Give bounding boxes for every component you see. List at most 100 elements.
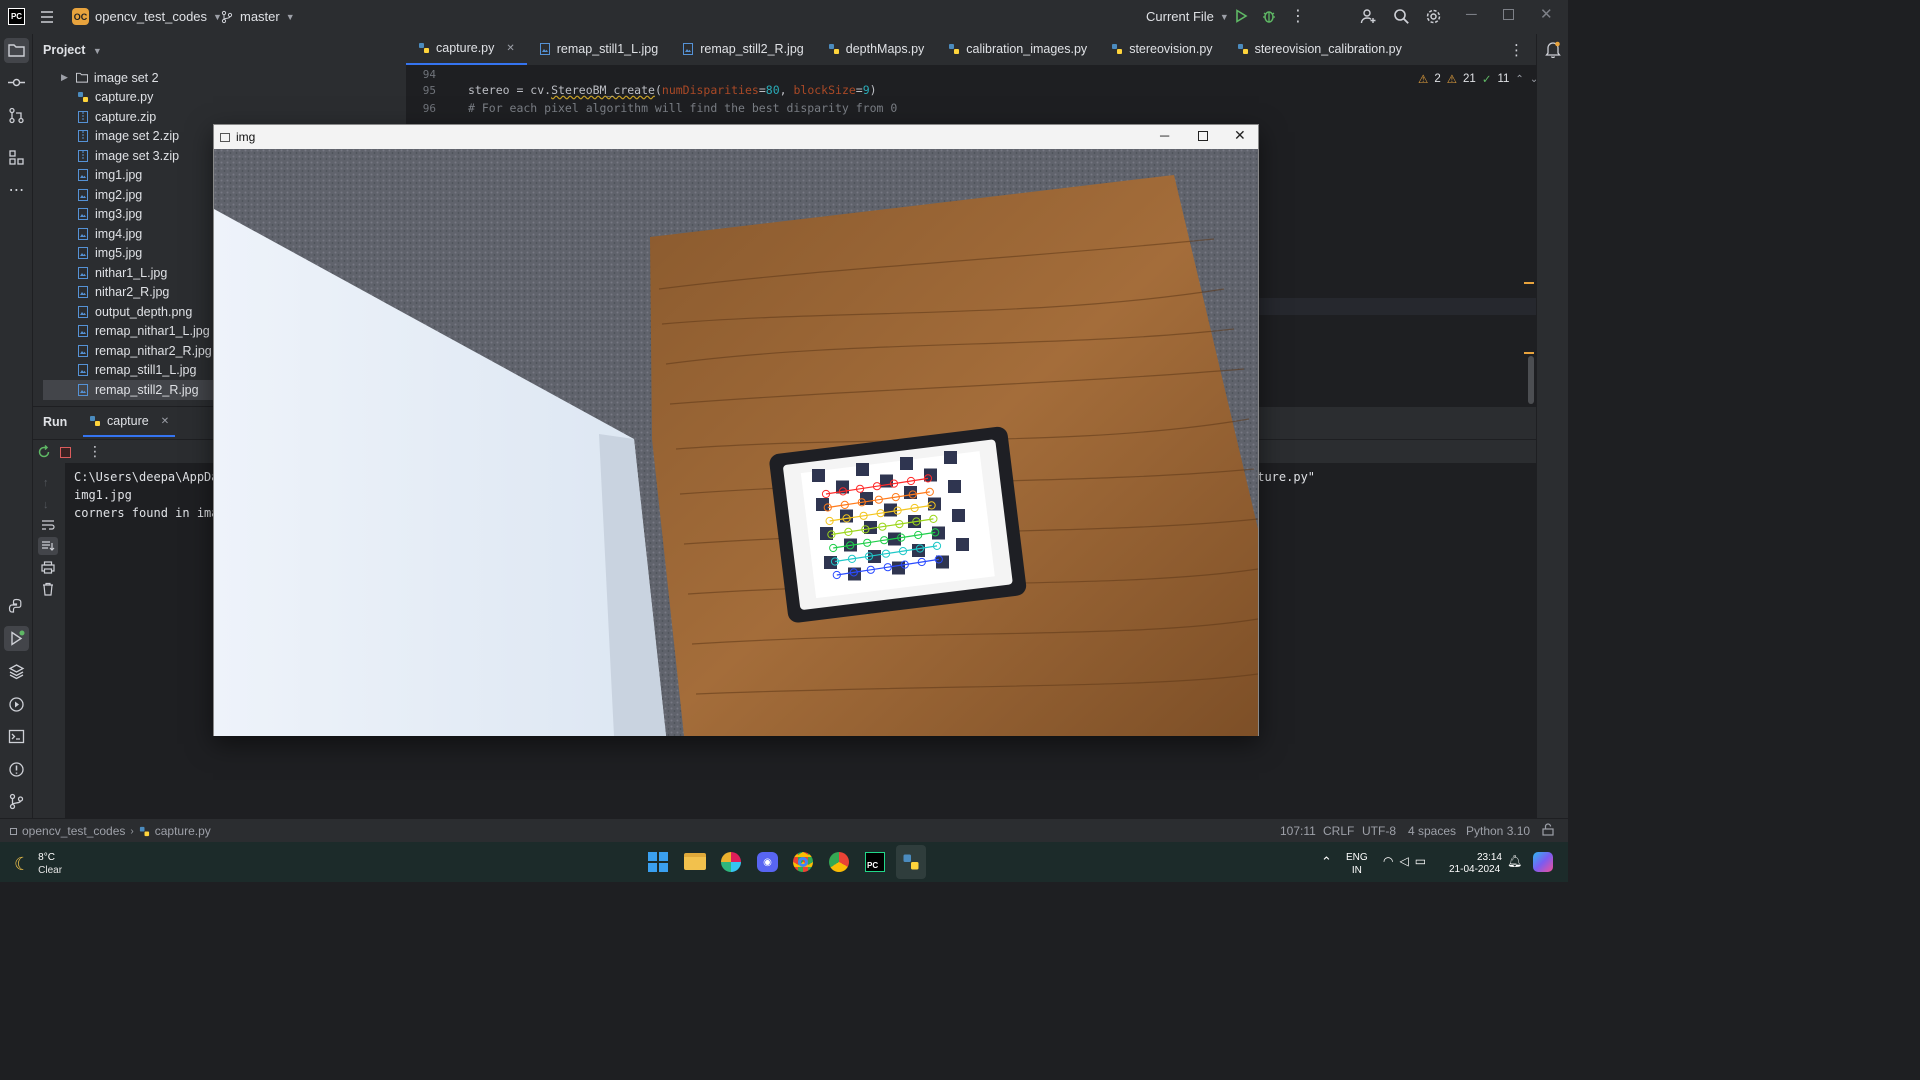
indent-setting[interactable]: 4 spaces (1408, 824, 1456, 838)
problems-tool-button[interactable] (4, 757, 29, 782)
checker-square (848, 567, 861, 581)
soft-wrap-button[interactable] (41, 519, 55, 534)
services-icon (9, 697, 24, 712)
close-icon[interactable]: ✕ (506, 43, 514, 54)
line-separator[interactable]: CRLF (1323, 824, 1354, 838)
services-tool-button[interactable] (4, 692, 29, 717)
more-options-icon[interactable]: ⋮ (88, 443, 102, 460)
discord-icon[interactable]: ◉ (757, 852, 778, 872)
code-with-me-button[interactable] (1360, 8, 1377, 28)
terminal-tool-button[interactable] (4, 724, 29, 749)
tree-item-label: img2.jpg (95, 187, 143, 202)
editor-tab[interactable]: remap_still2_R.jpg (670, 33, 816, 65)
run-config-selector[interactable]: Current File ▼ (1146, 9, 1229, 24)
image-file-icon (78, 208, 88, 221)
rerun-button[interactable] (37, 444, 51, 462)
maximize-icon[interactable] (1198, 131, 1208, 141)
clear-all-button[interactable] (41, 582, 55, 599)
run-tab-capture[interactable]: capture ✕ (83, 407, 176, 437)
weather-widget[interactable]: ☾ 8°C Clear (14, 851, 62, 877)
notifications-button[interactable] (1545, 41, 1561, 61)
pycharm-taskbar-icon[interactable]: PC (865, 852, 885, 872)
more-actions-icon[interactable]: ⋮ (1290, 6, 1306, 26)
run-tab-label: capture (107, 414, 149, 428)
chevron-up-icon[interactable]: ⌃ (1515, 74, 1523, 85)
editor-tab[interactable]: stereovision_calibration.py (1225, 33, 1414, 65)
chevron-up-icon[interactable]: ⌃ (1321, 854, 1332, 870)
minimize-icon[interactable]: ─ (1160, 128, 1169, 143)
tree-item-label: img1.jpg (95, 168, 143, 183)
python-interpreter[interactable]: Python 3.10 (1466, 824, 1530, 838)
search-button[interactable] (1393, 8, 1410, 28)
windows-start-icon[interactable] (648, 852, 668, 872)
system-tray[interactable]: ◠◁▭ (1383, 854, 1432, 868)
copilot-icon[interactable] (1533, 852, 1553, 872)
python-file-icon (419, 43, 429, 53)
chevron-down-icon: ▼ (92, 46, 102, 56)
chrome-icon[interactable] (793, 852, 813, 872)
slack-icon[interactable] (721, 852, 741, 872)
notification-bell-icon[interactable]: 🔔︎ (1507, 854, 1522, 868)
hamburger-menu-icon (41, 11, 53, 23)
editor-tab[interactable]: stereovision.py (1099, 33, 1224, 65)
branch-selector[interactable]: master ▼ (220, 9, 295, 24)
caret-position[interactable]: 107:11 (1280, 824, 1316, 838)
tree-item-label: image set 3.zip (95, 148, 180, 163)
project-selector[interactable]: OC opencv_test_codes ▼ (72, 8, 222, 25)
editor-tab-bar: capture.py ✕ remap_still1_L.jpg remap_still… (406, 34, 1536, 66)
breadcrumb-project[interactable]: opencv_test_codes (22, 824, 125, 838)
settings-button[interactable] (1425, 8, 1442, 28)
weather-temp: 8°C (38, 852, 55, 863)
tree-item-label: remap_still1_L.jpg (95, 363, 197, 378)
clock[interactable]: 23:14 (1470, 851, 1502, 864)
debug-button[interactable] (1261, 8, 1277, 27)
close-icon[interactable]: ✕ (161, 416, 169, 427)
stop-icon[interactable] (60, 447, 71, 458)
commit-tool-button[interactable] (4, 70, 29, 95)
tree-file[interactable]: capture.py (43, 88, 403, 108)
close-icon[interactable]: ✕ (1540, 5, 1553, 23)
inspection-widget[interactable]: ⚠ 2 ⚠ 21 ✓ 11 ⌃ ⌄ (1418, 72, 1538, 86)
close-icon[interactable]: ✕ (1234, 127, 1246, 144)
read-only-toggle[interactable] (1542, 823, 1554, 839)
print-button[interactable] (41, 561, 55, 577)
file-encoding[interactable]: UTF-8 (1362, 824, 1396, 838)
file-type-icon (77, 130, 89, 143)
folder-icon (75, 73, 88, 83)
editor-tab[interactable]: remap_still1_L.jpg (527, 33, 670, 65)
run-button[interactable] (1233, 8, 1249, 27)
image-window-titlebar[interactable]: img ─ ✕ (214, 125, 1258, 149)
chevron-down-icon: ▼ (1219, 11, 1229, 22)
unlock-icon (1542, 823, 1554, 836)
chrome-profile-icon[interactable] (829, 852, 849, 872)
scroll-to-end-button[interactable] (38, 537, 58, 555)
project-tool-button[interactable] (4, 38, 29, 63)
scroll-down-icon[interactable]: ↓ (43, 499, 49, 511)
file-explorer-icon[interactable] (684, 853, 706, 870)
editor-scrollbar[interactable] (1528, 356, 1534, 404)
tab-options-icon[interactable]: ⋮ (1509, 41, 1524, 59)
run-tool-button[interactable] (4, 626, 29, 651)
language-indicator[interactable]: ENG IN (1346, 851, 1368, 877)
minimize-icon[interactable]: ─ (1466, 6, 1477, 23)
python-window-taskbar-item[interactable] (896, 845, 926, 879)
pull-requests-tool-button[interactable] (4, 103, 29, 128)
project-panel-header[interactable]: Project ▼ (43, 43, 102, 57)
git-tool-button[interactable] (4, 789, 29, 814)
tree-folder[interactable]: ▶ image set 2 (43, 68, 403, 88)
git-icon (9, 793, 24, 810)
editor-tab[interactable]: depthMaps.py (816, 33, 937, 65)
image-window[interactable]: img ─ ✕ (213, 124, 1259, 736)
layers-tool-button[interactable] (4, 659, 29, 684)
editor-tab[interactable]: capture.py ✕ (406, 33, 527, 65)
scroll-up-icon[interactable]: ↑ (43, 477, 49, 489)
breadcrumb-file[interactable]: capture.py (155, 824, 211, 838)
structure-tool-button[interactable] (4, 145, 29, 170)
play-icon (1236, 9, 1248, 23)
python-packages-tool-button[interactable] (4, 594, 29, 619)
more-tools-icon[interactable]: ⋯ (4, 177, 29, 202)
python-file-icon (1112, 44, 1123, 54)
editor-tab[interactable]: calibration_images.py (936, 33, 1099, 65)
main-menu-button[interactable] (38, 8, 58, 26)
maximize-icon[interactable] (1503, 9, 1514, 20)
